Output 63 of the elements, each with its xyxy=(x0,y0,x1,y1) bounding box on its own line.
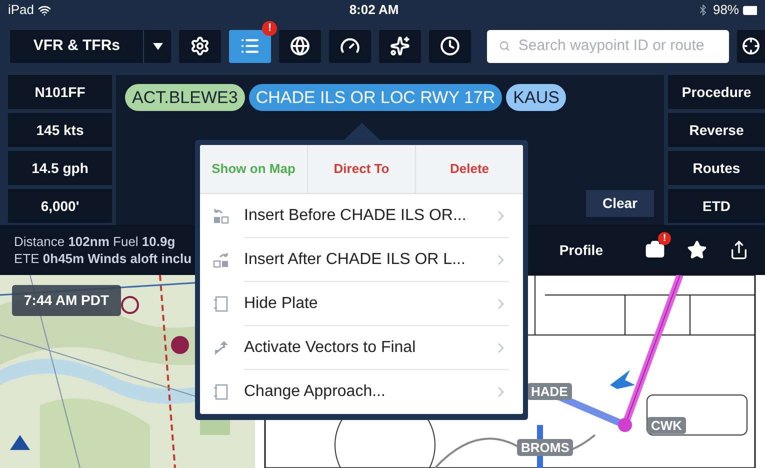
popover-action[interactable]: Delete xyxy=(415,145,523,193)
route-summary: Distance 102nm Fuel 10.9g xyxy=(14,233,176,250)
briefcase-icon xyxy=(645,240,665,260)
clock-icon xyxy=(440,36,460,56)
toolbar-button[interactable] xyxy=(179,30,222,62)
menu-item-label: Activate Vectors to Final xyxy=(244,338,416,358)
stars-icon xyxy=(390,36,410,56)
settings-icon xyxy=(190,36,210,56)
battery-icon xyxy=(743,6,757,14)
toolbar-button[interactable] xyxy=(329,30,372,62)
alert-badge: ! xyxy=(262,20,278,36)
alert-badge: ! xyxy=(658,232,671,245)
globe-icon xyxy=(290,36,310,56)
share-button[interactable] xyxy=(729,240,749,260)
aircraft-field[interactable]: 6,000' xyxy=(8,189,112,223)
search-icon xyxy=(499,39,510,53)
toolbar-button[interactable] xyxy=(429,30,472,62)
popover-menu-item[interactable]: Activate Vectors to Final xyxy=(200,326,523,370)
caret-icon xyxy=(152,42,163,50)
locate-button[interactable] xyxy=(737,30,765,62)
popover-menu-item[interactable]: Insert Before CHADE ILS OR... xyxy=(200,194,523,238)
profile-button[interactable]: Profile xyxy=(559,240,603,260)
popover-action[interactable]: Direct To xyxy=(307,145,415,193)
toolbar-button[interactable] xyxy=(229,30,272,62)
insert-before-icon xyxy=(212,207,230,225)
search-field[interactable]: Search waypoint ID or route xyxy=(487,30,730,62)
device-name: iPad xyxy=(8,1,34,20)
share-icon xyxy=(729,240,749,260)
waypoint-label: BROMS xyxy=(517,439,574,456)
popover-menu-item[interactable]: Insert After CHADE ILS OR L... xyxy=(200,238,523,282)
clock-time: 8:02 AM xyxy=(349,1,399,20)
gauge-icon xyxy=(340,36,360,56)
side-button[interactable]: Procedure xyxy=(668,75,765,109)
popover-menu-item[interactable]: Hide Plate xyxy=(200,282,523,326)
aircraft-field[interactable]: 145 kts xyxy=(8,113,112,147)
battery-percent: 98% xyxy=(712,1,739,20)
crosshair-icon xyxy=(742,37,760,55)
toolbar-button[interactable] xyxy=(379,30,422,62)
list-icon xyxy=(240,36,260,56)
menu-item-label: Change Approach... xyxy=(244,382,386,402)
clear-button[interactable]: Clear xyxy=(586,190,654,217)
briefcase-button[interactable] xyxy=(645,240,665,260)
popover-menu-item[interactable]: Change Approach... xyxy=(200,370,523,414)
insert-after-icon xyxy=(212,251,230,269)
side-button[interactable]: Routes xyxy=(668,151,765,185)
route-chip[interactable]: ACT.BLEWE3 xyxy=(125,84,245,111)
side-button[interactable]: ETD xyxy=(668,189,765,223)
side-button[interactable]: Reverse xyxy=(668,113,765,147)
waypoint-label: CWK xyxy=(647,417,686,434)
menu-item-label: Insert Before CHADE ILS OR... xyxy=(244,206,466,226)
toolbar-button[interactable] xyxy=(279,30,322,62)
wifi-icon xyxy=(38,4,52,16)
waypoint-label: HADE xyxy=(527,383,572,400)
aircraft-field[interactable]: 14.5 gph xyxy=(8,151,112,185)
menu-item-label: Insert After CHADE ILS OR L... xyxy=(244,250,466,270)
route-summary: ETE 0h45m Winds aloft inclu xyxy=(14,250,192,267)
layer-selector[interactable]: VFR & TFRs xyxy=(10,30,172,62)
layer-name: VFR & TFRs xyxy=(32,36,121,56)
menu-item-label: Hide Plate xyxy=(244,294,318,314)
star-icon xyxy=(687,240,707,260)
favorite-button[interactable] xyxy=(687,240,707,260)
aircraft-field[interactable]: N101FF xyxy=(8,75,112,109)
route-chip[interactable]: KAUS xyxy=(506,84,566,111)
